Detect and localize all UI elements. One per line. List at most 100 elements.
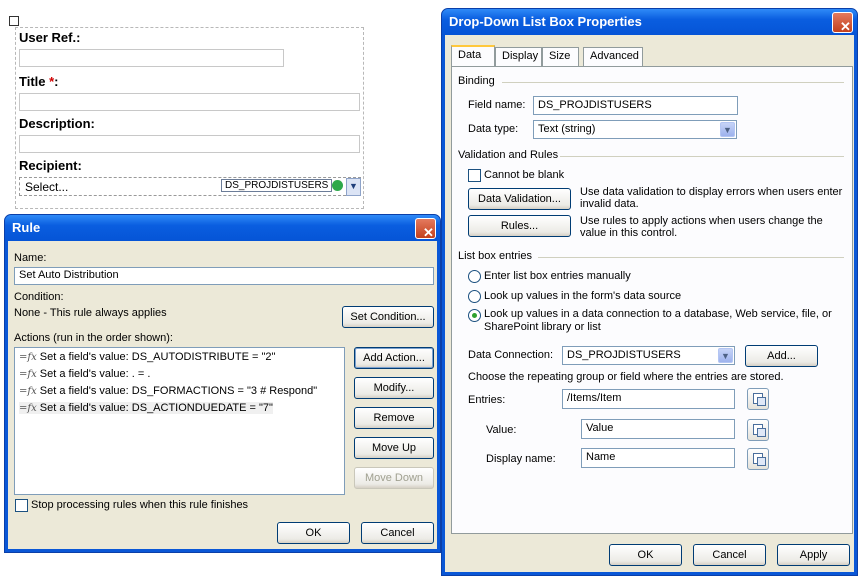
tab-advanced[interactable]: Advanced [583,47,643,66]
close-icon: ✕ [840,19,851,34]
radio-connection-label: Look up values in a data connection to a… [484,308,832,333]
chevron-down-icon[interactable]: ▼ [720,122,735,137]
rule-dialog: Rule ✕ Name: Set Auto Distribution Condi… [4,214,441,553]
condition-value: None - This rule always applies [14,307,167,319]
function-icon: =fx [19,352,37,363]
value-label: Value: [486,424,517,436]
chevron-down-icon[interactable]: ▼ [346,178,361,196]
display-name-input[interactable]: Name [581,448,735,468]
properties-body: Data Display Size Advanced Binding Field… [445,35,854,572]
field-name-label: Field name: [468,99,526,111]
recipient-selected-value: Select... [25,180,69,194]
radio-manual-label: Enter list box entries manually [484,270,631,282]
remove-button[interactable]: Remove [354,407,434,429]
radio-form-source-label: Look up values in the form's data source [484,290,682,302]
list-entries-divider [538,257,844,258]
properties-apply-button[interactable]: Apply [777,544,850,566]
data-tab-panel: Binding Field name: DS_PROJDISTUSERS Dat… [451,66,853,534]
actions-label: Actions (run in the order shown): [14,332,173,344]
data-validation-description: Use data validation to display errors wh… [580,186,843,210]
tab-display[interactable]: Display [495,47,542,66]
data-connection-label: Data Connection: [468,349,553,361]
rule-dialog-title: Rule [12,220,41,235]
validation-group-title: Validation and Rules [458,149,559,161]
action-text: Set a field's value: DS_ACTIONDUEDATE = … [39,402,273,414]
action-text: Set a field's value: . = . [39,368,151,380]
close-icon: ✕ [423,225,434,240]
tab-data[interactable]: Data [451,45,495,66]
rule-name-label: Name: [14,252,47,264]
stop-processing-checkbox[interactable] [15,499,28,512]
entries-picker-button[interactable] [747,388,769,410]
user-ref-label: User Ref.: [19,30,81,45]
title-label: Title *: [19,74,59,89]
field-name-input[interactable]: DS_PROJDISTUSERS [533,96,738,115]
properties-ok-button[interactable]: OK [609,544,682,566]
data-type-value: Text (string) [538,123,596,135]
display-name-label: Display name: [486,453,556,465]
dropdown-properties-dialog: Drop-Down List Box Properties ✕ Data Dis… [441,8,858,576]
chevron-down-icon[interactable]: ▼ [718,348,733,363]
action-text: Set a field's value: DS_AUTODISTRIBUTE =… [39,351,276,363]
add-connection-button[interactable]: Add... [745,345,818,367]
description-label: Description: [19,116,95,131]
list-item[interactable]: =fx Set a field's value: . = . [19,368,150,380]
set-condition-button[interactable]: Set Condition... [342,306,434,328]
list-entries-group-title: List box entries [458,250,532,262]
data-connection-value: DS_PROJDISTUSERS [567,349,681,361]
value-input[interactable]: Value [581,419,735,439]
data-type-select[interactable]: Text (string) ▼ [533,120,737,139]
recipient-dropdown[interactable]: Select... DS_PROJDISTUSERS ▼ [19,177,361,196]
add-action-button[interactable]: Add Action... [354,347,434,369]
tab-size[interactable]: Size [542,47,579,66]
rule-cancel-button[interactable]: Cancel [361,522,434,544]
stop-processing-label: Stop processing rules when this rule fin… [31,499,249,511]
data-type-label: Data type: [468,123,519,135]
list-item[interactable]: =fx Set a field's value: DS_ACTIONDUEDAT… [19,402,273,414]
tab-strip: Data Display Size Advanced [451,45,851,67]
rules-button[interactable]: Rules... [468,215,571,237]
validation-divider [560,156,844,157]
radio-form-data-source[interactable] [468,290,481,303]
binding-ok-icon [332,180,343,191]
actions-list[interactable]: =fx Set a field's value: DS_AUTODISTRIBU… [14,347,345,495]
rule-close-button[interactable]: ✕ [415,218,436,240]
form-corner-handle[interactable] [9,16,19,26]
list-item[interactable]: =fx Set a field's value: DS_AUTODISTRIBU… [19,351,275,363]
recipient-binding-tag: DS_PROJDISTUSERS [221,179,333,192]
description-field[interactable] [19,135,360,153]
value-picker-button[interactable] [747,419,769,441]
title-label-colon: : [54,74,59,89]
rule-name-input[interactable]: Set Auto Distribution [14,267,434,285]
function-icon: =fx [19,403,37,414]
properties-close-button[interactable]: ✕ [832,12,853,34]
rule-dialog-titlebar[interactable]: Rule ✕ [5,215,440,241]
properties-title: Drop-Down List Box Properties [449,14,642,29]
action-text: Set a field's value: DS_FORMACTIONS = "3… [39,385,318,397]
binding-divider [502,82,844,83]
move-up-button[interactable]: Move Up [354,437,434,459]
display-name-picker-button[interactable] [747,448,769,470]
rule-ok-button[interactable]: OK [277,522,350,544]
entries-input[interactable]: /Items/Item [562,389,735,409]
data-validation-button[interactable]: Data Validation... [468,188,571,210]
properties-cancel-button[interactable]: Cancel [693,544,766,566]
cannot-be-blank-label: Cannot be blank [484,169,565,181]
radio-data-connection[interactable] [468,309,481,322]
title-label-text: Title [19,74,50,89]
data-connection-select[interactable]: DS_PROJDISTUSERS ▼ [562,346,735,365]
user-ref-field[interactable] [19,49,284,67]
repeating-group-instruction: Choose the repeating group or field wher… [468,371,784,383]
cannot-be-blank-checkbox[interactable] [468,169,481,182]
rules-description: Use rules to apply actions when users ch… [580,215,823,239]
move-down-button: Move Down [354,467,434,489]
radio-manual-entries[interactable] [468,270,481,283]
function-icon: =fx [19,386,37,397]
recipient-label: Recipient: [19,158,82,173]
properties-titlebar[interactable]: Drop-Down List Box Properties ✕ [442,9,857,35]
rule-dialog-body: Name: Set Auto Distribution Condition: N… [8,241,437,549]
title-field[interactable] [19,93,360,111]
modify-button[interactable]: Modify... [354,377,434,399]
list-item[interactable]: =fx Set a field's value: DS_FORMACTIONS … [19,385,317,397]
condition-label: Condition: [14,291,64,303]
